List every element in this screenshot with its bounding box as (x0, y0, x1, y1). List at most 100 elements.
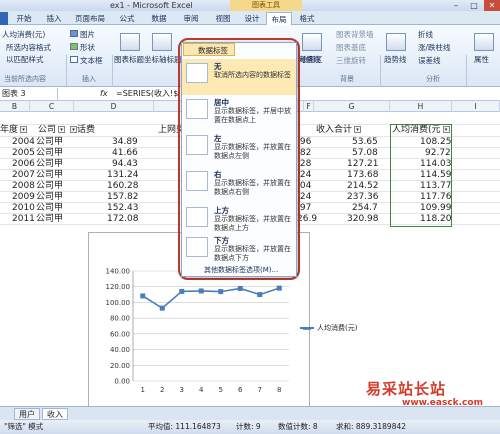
column-header[interactable]: I (452, 101, 500, 112)
cell[interactable]: 2011 (12, 214, 35, 225)
cell[interactable]: 41.66 (112, 148, 138, 159)
tab-home[interactable]: 开始 (10, 12, 38, 25)
cell[interactable]: 152.43 (107, 203, 139, 214)
data-labels-button[interactable]: 数据标签 (183, 43, 235, 56)
column-header[interactable]: C (30, 101, 74, 112)
plot-area-button[interactable]: 绘图区 (300, 54, 323, 65)
name-box[interactable]: 图表 3 (0, 88, 58, 100)
cell[interactable]: 公司甲 (36, 170, 63, 181)
chart-wall-button[interactable]: 图表背景墙 (336, 29, 374, 40)
cell[interactable]: 320.98 (347, 214, 379, 225)
menu-item-right[interactable]: 右 显示数据标签，并放置在数据点右侧 (182, 167, 296, 203)
sheet-tab-income[interactable]: 收入 (42, 408, 68, 420)
minimize-button[interactable]: – (448, 0, 464, 11)
tab-formulas[interactable]: 公式 (112, 12, 142, 25)
cell[interactable]: 127.21 (347, 159, 379, 170)
picture-icon (70, 30, 78, 37)
tab-layout[interactable]: 布局 (266, 12, 292, 25)
tab-insert[interactable]: 插入 (40, 12, 68, 25)
cell[interactable]: 160.28 (107, 181, 139, 192)
chart-tools-label: 图表工具 (230, 0, 302, 11)
lines-button[interactable]: 折线 (418, 29, 433, 40)
x-tick-label: 7 (258, 386, 262, 394)
error-bars-button[interactable]: 误差线 (418, 55, 441, 66)
maximize-button[interactable]: □ (466, 0, 482, 11)
cell[interactable]: 2009 (12, 192, 35, 203)
sheet-tab-users[interactable]: 用户 (14, 408, 40, 420)
cell[interactable]: 公司甲 (36, 214, 63, 225)
more-data-label-options[interactable]: 其他数据标签选项(M)... (204, 265, 278, 275)
cell[interactable]: 2008 (12, 181, 35, 192)
status-sum: 求和: 889.3189842 (336, 422, 407, 431)
cell[interactable]: 2005 (12, 148, 35, 159)
cell[interactable]: 公司甲 (36, 192, 63, 203)
cell[interactable]: 34.89 (112, 137, 138, 148)
properties-button[interactable]: 属性 (474, 54, 489, 65)
column-header[interactable]: B (0, 101, 30, 112)
menu-item-desc: 取消所选内容的数据标签 (214, 71, 291, 79)
tab-format[interactable]: 格式 (294, 12, 320, 25)
cell[interactable]: 53.65 (352, 137, 378, 148)
filter-dropdown-icon[interactable]: ▾ (20, 126, 28, 133)
axis-title-button[interactable]: 坐标轴标题 (144, 54, 182, 65)
picture-button[interactable]: 图片 (80, 29, 95, 40)
y-tick-label: 120.00 (106, 283, 131, 291)
cell[interactable]: 公司甲 (36, 203, 63, 214)
no-labels-icon (186, 63, 208, 83)
tab-view[interactable]: 视图 (208, 12, 238, 25)
trendline-button[interactable]: 趋势线 (384, 54, 407, 65)
file-tab[interactable] (0, 12, 8, 25)
cell[interactable]: 2010 (12, 203, 35, 214)
tab-data[interactable]: 数据 (144, 12, 174, 25)
column-header[interactable]: F (304, 101, 314, 112)
column-header[interactable]: H (390, 101, 452, 112)
cell[interactable]: 26.9 (297, 214, 317, 225)
cell[interactable]: 237.36 (347, 192, 379, 203)
menu-item-below[interactable]: 下方 显示数据标签，并放置在数据点下方 (182, 233, 296, 263)
textbox-button[interactable]: 文本框 (80, 55, 103, 66)
chart-title-button[interactable]: 图表标题 (114, 54, 144, 65)
format-selection-button[interactable]: 所选内容格式 (6, 42, 51, 53)
tab-review[interactable]: 审阅 (176, 12, 206, 25)
filter-dropdown-icon[interactable]: ▾ (70, 126, 77, 133)
chart-floor-button[interactable]: 图表基底 (336, 42, 366, 53)
fx-icon[interactable]: fx (100, 88, 112, 100)
filter-dropdown-icon[interactable]: ▾ (354, 126, 362, 133)
cell[interactable]: 157.82 (107, 192, 139, 203)
status-bar: "筛选" 模式 平均值: 111.164873 计数: 9 数值计数: 8 求和… (0, 420, 500, 434)
cell[interactable]: 2006 (12, 159, 35, 170)
tab-design[interactable]: 设计 (240, 12, 264, 25)
y-tick-label: 140.00 (106, 268, 131, 276)
cell[interactable]: 公司甲 (36, 159, 63, 170)
below-labels-icon (186, 237, 208, 257)
formula-input[interactable]: =SERIES(收入!$ (116, 88, 186, 100)
cell[interactable]: 2004 (12, 137, 35, 148)
filter-dropdown-icon[interactable]: ▾ (58, 126, 66, 133)
menu-item-center[interactable]: 居中 显示数据标签，并居中放置在数据点上 (182, 95, 296, 131)
data-point (198, 288, 204, 294)
legend-entry[interactable]: 人均消费(元) (300, 323, 357, 333)
menu-item-none[interactable]: 无 取消所选内容的数据标签 (182, 59, 296, 95)
cell[interactable]: 172.08 (107, 214, 139, 225)
shapes-button[interactable]: 形状 (80, 42, 95, 53)
tab-page-layout[interactable]: 页面布局 (70, 12, 110, 25)
reset-style-button[interactable]: 以匹配样式 (6, 54, 44, 65)
3d-rotation-button[interactable]: 三维旋转 (336, 55, 366, 66)
cell[interactable]: 公司甲 (36, 148, 63, 159)
close-button[interactable]: ✕ (484, 0, 500, 11)
cell[interactable]: 公司甲 (36, 137, 63, 148)
column-header[interactable]: D (74, 101, 154, 112)
cell[interactable]: 2007 (12, 170, 35, 181)
cell[interactable]: 131.24 (107, 170, 139, 181)
menu-item-left[interactable]: 左 显示数据标签，并放置在数据点左侧 (182, 131, 296, 167)
updown-bars-button[interactable]: 涨/跌柱线 (418, 42, 451, 53)
cell[interactable]: 94.43 (112, 159, 138, 170)
cell[interactable]: 57.08 (352, 148, 378, 159)
cell[interactable]: 公司甲 (36, 181, 63, 192)
cell[interactable]: 214.52 (347, 181, 379, 192)
x-tick-label: 4 (199, 386, 204, 394)
column-header[interactable]: G (314, 101, 390, 112)
cell[interactable]: 173.68 (347, 170, 379, 181)
cell[interactable]: 254.7 (352, 203, 378, 214)
chart-element-selector[interactable]: 人均消费(元) (2, 29, 45, 40)
